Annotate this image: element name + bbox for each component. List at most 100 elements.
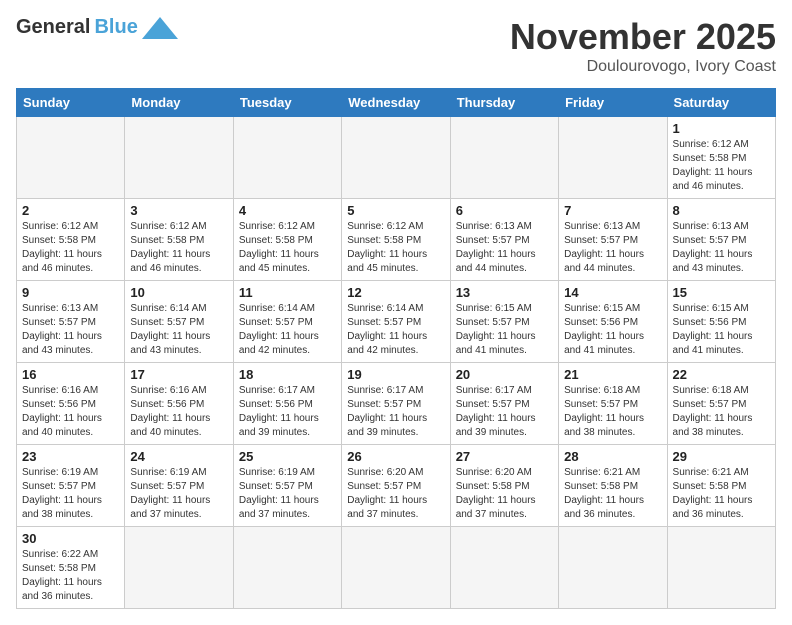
calendar-cell: 27 Sunrise: 6:20 AM Sunset: 5:58 PM Dayli… — [450, 445, 558, 527]
day-number: 6 — [456, 203, 553, 218]
day-number: 15 — [673, 285, 770, 300]
day-info: Sunrise: 6:14 AM Sunset: 5:57 PM Dayligh… — [239, 302, 336, 358]
calendar-cell: 29Sunrise: 6:21 AM Sunset: 5:58 PM Dayli… — [667, 445, 775, 527]
day-number: 19 — [347, 367, 444, 382]
calendar-cell: 25 Sunrise: 6:19 AM Sunset: 5:57 PM Dayli… — [233, 445, 341, 527]
calendar-cell: 1Sunrise: 6:12 AM Sunset: 5:58 PM Daylig… — [667, 117, 775, 199]
day-number: 16 — [22, 367, 119, 382]
day-number: 9 — [22, 285, 119, 300]
calendar-week-row: 2 Sunrise: 6:12 AM Sunset: 5:58 PM Daylig… — [17, 199, 776, 281]
calendar-cell: 2 Sunrise: 6:12 AM Sunset: 5:58 PM Daylig… — [17, 199, 125, 281]
calendar-cell — [125, 527, 233, 609]
calendar-cell: 16 Sunrise: 6:16 AM Sunset: 5:56 PM Dayli… — [17, 363, 125, 445]
day-number: 28 — [564, 449, 661, 464]
day-info: Sunrise: 6:19 AM Sunset: 5:57 PM Dayligh… — [22, 466, 119, 522]
calendar-cell — [450, 117, 558, 199]
calendar-week-row: 1Sunrise: 6:12 AM Sunset: 5:58 PM Daylig… — [17, 117, 776, 199]
day-number: 11 — [239, 285, 336, 300]
logo-area: General Blue — [16, 16, 178, 39]
day-info: Sunrise: 6:17 AM Sunset: 5:56 PM Dayligh… — [239, 384, 336, 440]
calendar-week-row: 30 Sunrise: 6:22 AM Sunset: 5:58 PM Dayli… — [17, 527, 776, 609]
day-number: 13 — [456, 285, 553, 300]
day-number: 20 — [456, 367, 553, 382]
calendar-cell: 6 Sunrise: 6:13 AM Sunset: 5:57 PM Daylig… — [450, 199, 558, 281]
calendar-cell: 21 Sunrise: 6:18 AM Sunset: 5:57 PM Dayli… — [559, 363, 667, 445]
weekday-header-tuesday: Tuesday — [233, 89, 341, 117]
day-number: 25 — [239, 449, 336, 464]
day-number: 7 — [564, 203, 661, 218]
calendar-week-row: 23 Sunrise: 6:19 AM Sunset: 5:57 PM Dayli… — [17, 445, 776, 527]
calendar-cell: 13Sunrise: 6:15 AM Sunset: 5:57 PM Dayli… — [450, 281, 558, 363]
calendar-cell: 8Sunrise: 6:13 AM Sunset: 5:57 PM Daylig… — [667, 199, 775, 281]
calendar-cell: 22Sunrise: 6:18 AM Sunset: 5:57 PM Dayli… — [667, 363, 775, 445]
calendar-cell: 26 Sunrise: 6:20 AM Sunset: 5:57 PM Dayli… — [342, 445, 450, 527]
day-info: Sunrise: 6:18 AM Sunset: 5:57 PM Dayligh… — [564, 384, 661, 440]
logo-text-general: General — [16, 16, 90, 39]
day-info: Sunrise: 6:16 AM Sunset: 5:56 PM Dayligh… — [22, 384, 119, 440]
day-number: 12 — [347, 285, 444, 300]
calendar-cell — [342, 527, 450, 609]
day-number: 30 — [22, 531, 119, 546]
calendar-cell: 30 Sunrise: 6:22 AM Sunset: 5:58 PM Dayli… — [17, 527, 125, 609]
day-info: Sunrise: 6:12 AM Sunset: 5:58 PM Dayligh… — [130, 220, 227, 276]
logo-text-blue: Blue — [94, 16, 137, 39]
day-number: 3 — [130, 203, 227, 218]
day-info: Sunrise: 6:19 AM Sunset: 5:57 PM Dayligh… — [239, 466, 336, 522]
calendar-cell — [233, 527, 341, 609]
day-number: 24 — [130, 449, 227, 464]
day-info: Sunrise: 6:22 AM Sunset: 5:58 PM Dayligh… — [22, 548, 119, 604]
day-number: 21 — [564, 367, 661, 382]
weekday-header-friday: Friday — [559, 89, 667, 117]
calendar-cell — [233, 117, 341, 199]
day-info: Sunrise: 6:18 AM Sunset: 5:57 PM Dayligh… — [673, 384, 770, 440]
calendar-cell: 3 Sunrise: 6:12 AM Sunset: 5:58 PM Daylig… — [125, 199, 233, 281]
calendar-cell — [342, 117, 450, 199]
calendar-cell: 23 Sunrise: 6:19 AM Sunset: 5:57 PM Dayli… — [17, 445, 125, 527]
day-info: Sunrise: 6:13 AM Sunset: 5:57 PM Dayligh… — [456, 220, 553, 276]
calendar-cell: 17 Sunrise: 6:16 AM Sunset: 5:56 PM Dayli… — [125, 363, 233, 445]
calendar-cell: 5 Sunrise: 6:12 AM Sunset: 5:58 PM Daylig… — [342, 199, 450, 281]
day-info: Sunrise: 6:12 AM Sunset: 5:58 PM Dayligh… — [347, 220, 444, 276]
day-number: 2 — [22, 203, 119, 218]
day-number: 14 — [564, 285, 661, 300]
weekday-header-row: SundayMondayTuesdayWednesdayThursdayFrid… — [17, 89, 776, 117]
month-title: November 2025 — [510, 16, 776, 58]
calendar-week-row: 16 Sunrise: 6:16 AM Sunset: 5:56 PM Dayli… — [17, 363, 776, 445]
calendar-week-row: 9 Sunrise: 6:13 AM Sunset: 5:57 PM Daylig… — [17, 281, 776, 363]
day-number: 8 — [673, 203, 770, 218]
day-number: 10 — [130, 285, 227, 300]
calendar-cell — [450, 527, 558, 609]
day-info: Sunrise: 6:16 AM Sunset: 5:56 PM Dayligh… — [130, 384, 227, 440]
calendar-cell: 9 Sunrise: 6:13 AM Sunset: 5:57 PM Daylig… — [17, 281, 125, 363]
day-number: 5 — [347, 203, 444, 218]
day-info: Sunrise: 6:12 AM Sunset: 5:58 PM Dayligh… — [239, 220, 336, 276]
day-info: Sunrise: 6:14 AM Sunset: 5:57 PM Dayligh… — [130, 302, 227, 358]
day-info: Sunrise: 6:12 AM Sunset: 5:58 PM Dayligh… — [673, 138, 770, 194]
weekday-header-wednesday: Wednesday — [342, 89, 450, 117]
day-number: 26 — [347, 449, 444, 464]
day-info: Sunrise: 6:12 AM Sunset: 5:58 PM Dayligh… — [22, 220, 119, 276]
day-info: Sunrise: 6:20 AM Sunset: 5:57 PM Dayligh… — [347, 466, 444, 522]
day-number: 17 — [130, 367, 227, 382]
day-number: 4 — [239, 203, 336, 218]
weekday-header-monday: Monday — [125, 89, 233, 117]
calendar-cell: 11 Sunrise: 6:14 AM Sunset: 5:57 PM Dayli… — [233, 281, 341, 363]
calendar-cell: 19 Sunrise: 6:17 AM Sunset: 5:57 PM Dayli… — [342, 363, 450, 445]
calendar-table: SundayMondayTuesdayWednesdayThursdayFrid… — [16, 88, 776, 609]
day-number: 23 — [22, 449, 119, 464]
day-info: Sunrise: 6:19 AM Sunset: 5:57 PM Dayligh… — [130, 466, 227, 522]
calendar-cell: 7Sunrise: 6:13 AM Sunset: 5:57 PM Daylig… — [559, 199, 667, 281]
calendar-cell — [17, 117, 125, 199]
day-number: 27 — [456, 449, 553, 464]
day-info: Sunrise: 6:17 AM Sunset: 5:57 PM Dayligh… — [347, 384, 444, 440]
calendar-cell: 15Sunrise: 6:15 AM Sunset: 5:56 PM Dayli… — [667, 281, 775, 363]
calendar-cell: 20Sunrise: 6:17 AM Sunset: 5:57 PM Dayli… — [450, 363, 558, 445]
calendar-cell: 4 Sunrise: 6:12 AM Sunset: 5:58 PM Daylig… — [233, 199, 341, 281]
calendar-cell: 12Sunrise: 6:14 AM Sunset: 5:57 PM Dayli… — [342, 281, 450, 363]
header: General Blue November 2025 Doulourovogo,… — [16, 16, 776, 76]
day-info: Sunrise: 6:15 AM Sunset: 5:56 PM Dayligh… — [564, 302, 661, 358]
day-number: 18 — [239, 367, 336, 382]
day-info: Sunrise: 6:13 AM Sunset: 5:57 PM Dayligh… — [22, 302, 119, 358]
location-title: Doulourovogo, Ivory Coast — [510, 58, 776, 76]
day-info: Sunrise: 6:20 AM Sunset: 5:58 PM Dayligh… — [456, 466, 553, 522]
